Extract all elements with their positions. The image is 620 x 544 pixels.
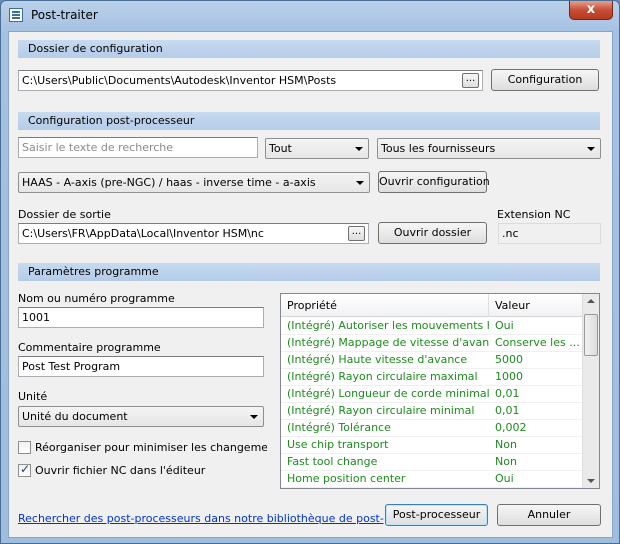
configuration-button[interactable]: Configuration: [491, 69, 599, 91]
post-process-dialog: Post-traiter x Dossier de configuration …: [0, 0, 620, 544]
table-row[interactable]: (Intégré) Longueur de corde minimale 0,01: [281, 386, 582, 403]
scroll-up-icon[interactable]: [587, 299, 595, 303]
table-row[interactable]: Home position center Oui: [281, 471, 582, 488]
output-folder-browse-button[interactable]: ...: [348, 226, 365, 241]
property-value-cell[interactable]: Oui: [489, 318, 582, 335]
property-value-cell[interactable]: 5000: [489, 352, 582, 369]
property-value-cell[interactable]: Non: [489, 454, 582, 471]
program-comment-label: Commentaire programme: [18, 341, 161, 354]
nc-extension-field: .nc: [498, 223, 601, 244]
close-button[interactable]: x: [569, 1, 613, 20]
property-value-cell[interactable]: 0,01: [489, 386, 582, 403]
properties-scrollbar[interactable]: [582, 294, 599, 488]
property-value-cell[interactable]: Conserve les ...: [489, 335, 582, 352]
property-value-cell[interactable]: 0,002: [489, 420, 582, 437]
app-icon: [9, 8, 23, 22]
scroll-thumb[interactable]: [584, 314, 598, 356]
program-name-input[interactable]: 1001: [18, 307, 264, 328]
property-value-cell[interactable]: 0,01: [489, 403, 582, 420]
unit-value: Unité du document: [22, 410, 128, 423]
program-name-value: 1001: [22, 311, 50, 324]
post-process-button[interactable]: Post-processeur: [385, 504, 488, 526]
reorganize-label: Réorganiser pour minimiser les changemen…: [35, 441, 267, 454]
column-header-property[interactable]: Propriété: [281, 294, 489, 317]
property-value-cell[interactable]: 1000: [489, 369, 582, 386]
column-header-value[interactable]: Valeur: [489, 294, 582, 317]
search-input[interactable]: Saisir le texte de recherche: [18, 137, 258, 158]
vendor-filter-select[interactable]: Tous les fournisseurs: [377, 138, 601, 159]
property-name-cell: Use chip transport: [287, 438, 389, 451]
output-folder-path-text: C:\Users\FR\AppData\Local\Inventor HSM\n…: [22, 227, 264, 240]
config-folder-header: Dossier de configuration: [18, 40, 600, 58]
table-row[interactable]: (Intégré) Tolérance 0,002: [281, 420, 582, 437]
table-row[interactable]: (Intégré) Haute vitesse d'avance 5000: [281, 352, 582, 369]
type-filter-select[interactable]: Tout: [265, 138, 369, 159]
program-comment-value: Post Test Program: [22, 360, 121, 373]
nc-extension-value: .nc: [502, 227, 519, 240]
table-row[interactable]: (Intégré) Autoriser les mouvements héli.…: [281, 318, 582, 335]
config-folder-browse-button[interactable]: ...: [462, 73, 479, 88]
properties-grid[interactable]: Propriété Valeur (Intégré) Autoriser les…: [280, 293, 600, 489]
property-name-cell: (Intégré) Haute vitesse d'avance: [287, 353, 468, 366]
open-nc-checkbox[interactable]: [18, 462, 31, 477]
table-row[interactable]: (Intégré) Mappage de vitesse d'avance...…: [281, 335, 582, 352]
property-name-cell: (Intégré) Rayon circulaire maximal: [287, 370, 478, 383]
table-row[interactable]: Fast tool change Non: [281, 454, 582, 471]
unit-select[interactable]: Unité du document: [18, 406, 264, 427]
post-library-link[interactable]: Rechercher des post-processeurs dans not…: [18, 512, 384, 525]
table-row[interactable]: Use chip transport Non: [281, 437, 582, 454]
program-params-header: Paramètres programme: [18, 263, 600, 281]
output-folder-label: Dossier de sortie: [18, 208, 111, 221]
reorganize-checkbox[interactable]: [18, 441, 31, 454]
program-comment-input[interactable]: Post Test Program: [18, 356, 264, 377]
config-folder-path[interactable]: C:\Users\Public\Documents\Autodesk\Inven…: [18, 70, 483, 91]
chevron-down-icon: [356, 181, 364, 185]
cancel-button[interactable]: Annuler: [497, 504, 601, 526]
chevron-down-icon: [587, 147, 595, 151]
table-row[interactable]: (Intégré) Rayon circulaire minimal 0,01: [281, 403, 582, 420]
open-folder-button[interactable]: Ouvrir dossier: [378, 222, 487, 244]
property-name-cell: (Intégré) Autoriser les mouvements héli.…: [287, 319, 489, 332]
property-value-cell[interactable]: Non: [489, 437, 582, 454]
property-name-cell: (Intégré) Longueur de corde minimale: [287, 387, 489, 400]
property-value-cell[interactable]: Oui: [489, 471, 582, 488]
search-placeholder: Saisir le texte de recherche: [22, 141, 174, 154]
post-processor-select[interactable]: HAAS - A-axis (pre-NGC) / haas - inverse…: [18, 172, 370, 193]
unit-label: Unité: [18, 390, 48, 403]
title-bar[interactable]: Post-traiter x: [1, 1, 619, 31]
dialog-body: Dossier de configuration C:\Users\Public…: [8, 31, 613, 538]
nc-extension-label: Extension NC: [497, 208, 571, 221]
property-name-cell: (Intégré) Rayon circulaire minimal: [287, 404, 475, 417]
program-name-label: Nom ou numéro programme: [18, 292, 175, 305]
property-name-cell: Home position center: [287, 472, 406, 485]
post-processor-value: HAAS - A-axis (pre-NGC) / haas - inverse…: [22, 176, 316, 189]
output-folder-path[interactable]: C:\Users\FR\AppData\Local\Inventor HSM\n…: [18, 223, 369, 244]
property-name-cell: Fast tool change: [287, 455, 378, 468]
window-title: Post-traiter: [31, 8, 98, 22]
property-name-cell: (Intégré) Tolérance: [287, 421, 391, 434]
property-name-cell: (Intégré) Mappage de vitesse d'avance...: [287, 336, 489, 349]
table-row[interactable]: (Intégré) Rayon circulaire maximal 1000: [281, 369, 582, 386]
config-folder-path-text: C:\Users\Public\Documents\Autodesk\Inven…: [22, 74, 337, 87]
open-configuration-button[interactable]: Ouvrir configuration: [378, 171, 490, 193]
chevron-down-icon: [250, 415, 258, 419]
open-nc-label: Ouvrir fichier NC dans l'éditeur: [35, 464, 206, 477]
vendor-filter-value: Tous les fournisseurs: [381, 142, 496, 155]
scroll-down-icon[interactable]: [587, 479, 595, 483]
chevron-down-icon: [355, 147, 363, 151]
properties-grid-header: Propriété Valeur: [281, 294, 582, 317]
type-filter-value: Tout: [269, 142, 292, 155]
post-config-header: Configuration post-processeur: [18, 112, 600, 130]
